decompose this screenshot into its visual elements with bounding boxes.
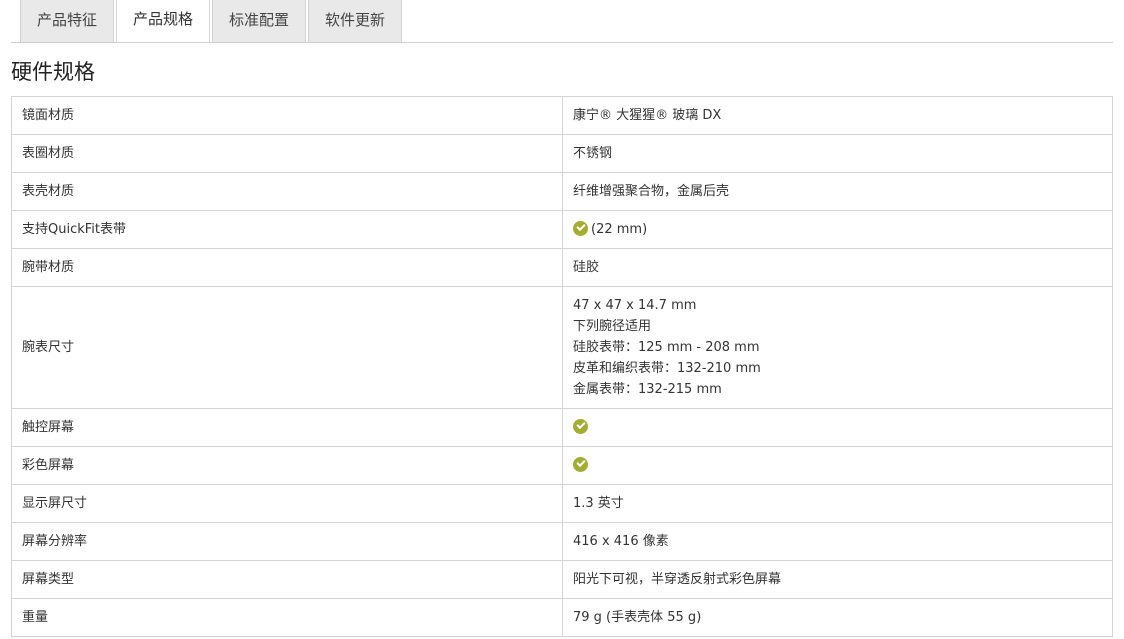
spec-label: 屏幕分辨率 <box>11 522 563 561</box>
spec-tabs: 产品特征 产品规格 标准配置 软件更新 <box>20 0 404 42</box>
spec-value-line: 皮革和编织表带：132-210 mm <box>573 361 761 376</box>
tab-features[interactable]: 产品特征 <box>20 0 115 42</box>
tab-software-updates[interactable]: 软件更新 <box>308 0 403 42</box>
spec-table: 镜面材质 康宁® 大猩猩® 玻璃 DX 表圈材质 不锈钢 表壳材质 纤维增强聚合… <box>11 96 1113 637</box>
spec-value: 硅胶 <box>562 248 1113 287</box>
spec-value: 1.3 英寸 <box>562 484 1113 523</box>
tab-specifications[interactable]: 产品规格 <box>116 0 211 42</box>
spec-value-cell: 47 x 47 x 14.7 mm 下列腕径适用 硅胶表带：125 mm - 2… <box>562 286 1113 409</box>
table-row: 彩色屏幕 <box>11 446 1113 485</box>
table-row: 表圈材质 不锈钢 <box>11 134 1113 173</box>
spec-value: 康宁® 大猩猩® 玻璃 DX <box>562 96 1113 135</box>
tabs-divider <box>11 42 1113 43</box>
spec-label: 显示屏尺寸 <box>11 484 563 523</box>
check-circle-icon <box>573 419 588 434</box>
table-row: 腕表尺寸 47 x 47 x 14.7 mm 下列腕径适用 硅胶表带：125 m… <box>11 286 1113 409</box>
spec-label: 屏幕类型 <box>11 560 563 599</box>
spec-value-line: 硅胶表带：125 mm - 208 mm <box>573 340 760 355</box>
spec-value: (22 mm) <box>591 222 648 237</box>
spec-value: 纤维增强聚合物，金属后壳 <box>562 172 1113 211</box>
table-row: 支持QuickFit表带 (22 mm) <box>11 210 1113 249</box>
spec-label: 表圈材质 <box>11 134 563 173</box>
table-row: 腕带材质 硅胶 <box>11 248 1113 287</box>
spec-label: 腕表尺寸 <box>11 286 563 409</box>
spec-value: 79 g (手表壳体 55 g) <box>562 598 1113 637</box>
spec-label: 表壳材质 <box>11 172 563 211</box>
check-circle-icon <box>573 221 588 236</box>
table-row: 表壳材质 纤维增强聚合物，金属后壳 <box>11 172 1113 211</box>
table-row: 镜面材质 康宁® 大猩猩® 玻璃 DX <box>11 96 1113 135</box>
spec-value-line: 下列腕径适用 <box>573 319 652 334</box>
tab-in-the-box[interactable]: 标准配置 <box>212 0 307 42</box>
spec-label: 彩色屏幕 <box>11 446 563 485</box>
table-row: 屏幕分辨率 416 x 416 像素 <box>11 522 1113 561</box>
spec-value: 不锈钢 <box>562 134 1113 173</box>
spec-value-line: 47 x 47 x 14.7 mm <box>573 298 697 313</box>
spec-label: 重量 <box>11 598 563 637</box>
check-circle-icon <box>573 457 588 472</box>
spec-value-cell <box>562 408 1113 447</box>
table-row: 屏幕类型 阳光下可视，半穿透反射式彩色屏幕 <box>11 560 1113 599</box>
spec-value-line: 金属表带：132-215 mm <box>573 382 722 397</box>
spec-label: 支持QuickFit表带 <box>11 210 563 249</box>
spec-value-cell: (22 mm) <box>562 210 1113 249</box>
spec-label: 腕带材质 <box>11 248 563 287</box>
spec-value-cell <box>562 446 1113 485</box>
table-row: 重量 79 g (手表壳体 55 g) <box>11 598 1113 637</box>
table-row: 显示屏尺寸 1.3 英寸 <box>11 484 1113 523</box>
spec-label: 触控屏幕 <box>11 408 563 447</box>
section-title: 硬件规格 <box>11 60 95 84</box>
spec-value: 阳光下可视，半穿透反射式彩色屏幕 <box>562 560 1113 599</box>
table-row: 触控屏幕 <box>11 408 1113 447</box>
spec-value: 416 x 416 像素 <box>562 522 1113 561</box>
spec-label: 镜面材质 <box>11 96 563 135</box>
